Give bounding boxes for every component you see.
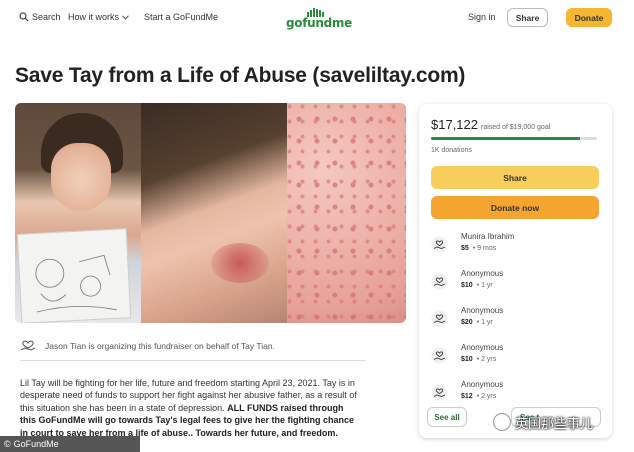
photo-credit-bar: © GoFundMe: [0, 436, 140, 452]
campaign-story: Lil Tay will be fighting for her life, f…: [20, 377, 360, 439]
donor-hand-heart-icon: [431, 236, 448, 253]
share-button[interactable]: Share: [431, 166, 599, 189]
watermark: 英国那些事儿: [493, 412, 593, 432]
donor-amount: $20: [461, 319, 473, 326]
donor-time: 1 yr: [481, 282, 493, 289]
search-link[interactable]: Search: [19, 12, 61, 22]
donor-amount: $5: [461, 245, 469, 252]
logo-text: gofundme: [286, 16, 352, 30]
organizer-text: Jason Tian is organizing this fundraiser…: [45, 340, 275, 351]
donor-name: Anonymous: [461, 269, 504, 278]
donor-item: Anonymous $12 • 2 yrs: [431, 380, 599, 408]
donor-amount: $10: [461, 282, 473, 289]
donor-meta: $12 • 2 yrs: [461, 393, 497, 400]
copyright-icon: ©: [4, 439, 11, 449]
donation-count: 1K donations: [431, 147, 472, 154]
donor-name: Anonymous: [461, 380, 504, 389]
organizer-hand-heart-icon: [20, 340, 36, 351]
top-navigation: Search How it works Start a GoFundMe gof…: [0, 0, 634, 38]
sign-in-link[interactable]: Sign in: [468, 12, 496, 22]
progress-bar-fill: [431, 137, 581, 140]
donor-amount: $10: [461, 356, 473, 363]
donate-button-top[interactable]: Donate: [566, 8, 612, 27]
see-all-button[interactable]: See all: [427, 407, 467, 427]
donor-meta: $5 • 9 mos: [461, 245, 497, 252]
donor-name: Anonymous: [461, 343, 504, 352]
raised-amount: $17,122: [431, 117, 478, 132]
share-button-top[interactable]: Share: [507, 8, 548, 27]
how-it-works-link[interactable]: How it works: [68, 12, 129, 22]
donor-item: Anonymous $10 • 1 yr: [431, 269, 599, 297]
how-it-works-label: How it works: [68, 12, 120, 22]
chevron-down-icon: [122, 14, 129, 20]
donate-now-button[interactable]: Donate now: [431, 196, 599, 219]
photo-panel-skin-rash: [287, 103, 406, 323]
donor-name: Anonymous: [461, 306, 504, 315]
raised-goal-text: raised of $19,000 goal: [481, 124, 551, 131]
watermark-logo-icon: [493, 413, 511, 431]
donor-hand-heart-icon: [431, 310, 448, 327]
donor-time: 2 yrs: [481, 356, 497, 363]
start-gofundme-link[interactable]: Start a GoFundMe: [144, 12, 218, 22]
donation-card: $17,122 raised of $19,000 goal 1K donatio…: [419, 104, 612, 438]
gofundme-logo[interactable]: gofundme: [286, 8, 352, 32]
organizer-row: Jason Tian is organizing this fundraiser…: [20, 331, 366, 361]
donor-hand-heart-icon: [431, 273, 448, 290]
donor-meta: $10 • 2 yrs: [461, 356, 497, 363]
donor-time: 1 yr: [481, 319, 493, 326]
page-title: Save Tay from a Life of Abuse (savelilta…: [15, 64, 466, 87]
donor-time: 9 mos: [477, 245, 497, 252]
child-drawing-icon: [35, 254, 117, 313]
donor-meta: $10 • 1 yr: [461, 282, 493, 289]
campaign-photo[interactable]: [15, 103, 406, 323]
donor-meta: $20 • 1 yr: [461, 319, 493, 326]
donor-time: 2 yrs: [481, 393, 497, 400]
photo-panel-injured-cheek: [141, 103, 287, 323]
donor-amount: $12: [461, 393, 473, 400]
photo-credit-text: GoFundMe: [13, 439, 59, 449]
donor-item: Anonymous $20 • 1 yr: [431, 306, 599, 334]
photo-rash-texture: [287, 103, 406, 323]
donor-item: Munira Ibrahim $5 • 9 mos: [431, 232, 599, 260]
raised-summary: $17,122 raised of $19,000 goal: [431, 117, 550, 132]
photo-panel-girl-portrait: [15, 103, 141, 323]
donor-hand-heart-icon: [431, 347, 448, 364]
start-gofundme-label: Start a GoFundMe: [144, 12, 219, 22]
donor-hand-heart-icon: [431, 384, 448, 401]
photo-face-shape: [51, 143, 111, 211]
search-label: Search: [32, 12, 61, 22]
donor-item: Anonymous $10 • 2 yrs: [431, 343, 599, 371]
progress-bar: [431, 137, 597, 140]
watermark-text: 英国那些事儿: [515, 416, 594, 432]
search-icon: [19, 12, 29, 22]
photo-drawing-paper: [16, 228, 132, 323]
donor-name: Munira Ibrahim: [461, 232, 515, 241]
photo-bruise-mark: [211, 243, 269, 283]
